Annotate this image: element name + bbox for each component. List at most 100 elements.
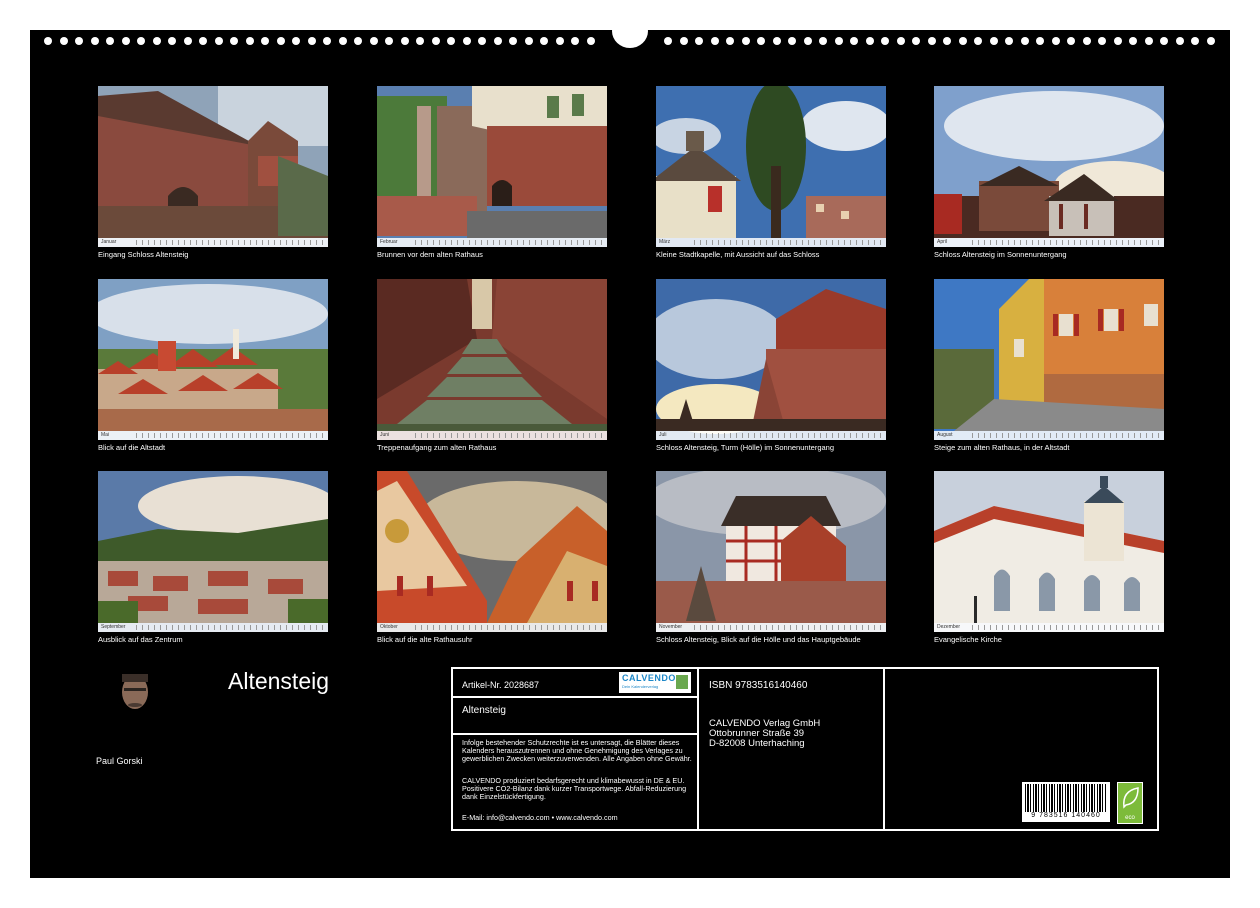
photo-town-hall-clock (377, 471, 607, 632)
photo-steige (934, 279, 1164, 440)
binding-hole (850, 37, 858, 45)
photo-caption: Ausblick auf das Zentrum (98, 635, 183, 644)
photo-town-center (98, 471, 328, 632)
day-strip: Mai (98, 431, 328, 440)
binding-hole (927, 37, 936, 45)
calendar-back-page: Januar Eingang Schloss Altensteig Februa… (30, 14, 1230, 878)
photo-chapel (656, 86, 886, 247)
isbn-barcode: 9 783516 140460 (1022, 782, 1110, 822)
binding-hole (912, 37, 920, 45)
binding-hole (385, 37, 393, 45)
binding-hole (493, 37, 502, 45)
binding-hole (943, 37, 951, 45)
binding-hole (974, 37, 982, 45)
binding-hole (478, 37, 486, 45)
strip-month-label: Mai (101, 432, 110, 438)
strip-month-label: Januar (101, 239, 117, 245)
photo-old-town (98, 279, 328, 440)
binding-hole (59, 37, 68, 45)
binding-hole (462, 37, 471, 45)
photo-caption: Blick auf die Altstadt (98, 443, 166, 452)
logo-name: CALVENDO (622, 673, 676, 683)
binding-hole (447, 37, 455, 45)
binding-hole (137, 37, 145, 45)
strip-month-label: Juli (659, 432, 667, 438)
barcode-number: 9 783516 140460 (1031, 812, 1101, 819)
day-strip: April (934, 238, 1164, 247)
binding-hole (354, 37, 362, 45)
binding-hole (834, 37, 843, 45)
logo-tagline: Dein Kalenderverlag (622, 684, 659, 689)
binding-hole (1144, 37, 1153, 45)
binding-hole (199, 37, 207, 45)
binding-hole (1067, 37, 1075, 45)
binding-hole (338, 37, 347, 45)
day-strip: März (656, 238, 886, 247)
binding-hole (509, 37, 517, 45)
photo-caption: Blick auf die alte Rathausuhr (377, 635, 473, 644)
photo-caption: Evangelische Kirche (934, 635, 1002, 644)
day-strip: Juni (377, 431, 607, 440)
photo-tower-sunset (656, 279, 886, 440)
binding-hole (664, 37, 672, 45)
binding-hole (90, 37, 99, 45)
binding-hole (757, 37, 765, 45)
binding-hole (1113, 37, 1122, 45)
strip-month-label: März (659, 239, 671, 245)
contact-line: E-Mail: info@calvendo.com • www.calvendo… (462, 813, 618, 822)
photo-caption: Treppenaufgang zum alten Rathaus (377, 443, 497, 452)
binding-hole (292, 37, 300, 45)
photo-stairs (377, 279, 607, 440)
day-strip: Februar (377, 238, 607, 247)
binding-hole (307, 37, 316, 45)
day-strip: November (656, 623, 886, 632)
day-strip: Januar (98, 238, 328, 247)
binding-hole (726, 37, 734, 45)
binding-hole (276, 37, 285, 45)
binding-hole (586, 37, 595, 45)
binding-hole (400, 37, 409, 45)
binding-hole (75, 37, 83, 45)
binding-hole (168, 37, 176, 45)
photo-castle-main-building (656, 471, 886, 632)
photo-caption: Schloss Altensteig im Sonnenuntergang (934, 250, 1067, 259)
binding-hole (323, 37, 331, 45)
binding-hole (1175, 37, 1184, 45)
binding-hole (230, 37, 238, 45)
photo-caption: Schloss Altensteig, Blick auf die Hölle … (656, 635, 861, 644)
strip-month-label: Oktober (380, 624, 398, 630)
photo-castle-sunset (934, 86, 1164, 247)
strip-month-label: Dezember (937, 624, 961, 630)
binding-hole (1191, 37, 1199, 45)
calvendo-mark-icon (676, 675, 688, 689)
binding-hole (695, 37, 703, 45)
strip-month-label: November (659, 624, 683, 630)
product-title: Altensteig (462, 705, 506, 716)
binding-hole (555, 37, 564, 45)
day-strip: September (98, 623, 328, 632)
photo-protestant-church (934, 471, 1164, 632)
photo-caption: Schloss Altensteig, Turm (Hölle) im Sonn… (656, 443, 835, 452)
photo-fountain (377, 86, 607, 247)
binding-hole (571, 37, 579, 45)
photo-castle-entrance (98, 86, 328, 247)
hanger-cutout (612, 14, 648, 48)
photo-caption: Brunnen vor dem alten Rathaus (377, 250, 483, 259)
binding-hole (1160, 37, 1168, 45)
binding-hole (245, 37, 254, 45)
binding-hole (1036, 37, 1044, 45)
photo-caption: Steige zum alten Rathaus, in der Altstad… (934, 443, 1070, 452)
binding-hole (1051, 37, 1060, 45)
binding-hole (958, 37, 967, 45)
binding-hole (788, 37, 796, 45)
strip-month-label: Juni (380, 432, 390, 438)
author-name: Paul Gorski (96, 756, 143, 766)
binding-hole (989, 37, 998, 45)
legal-notice: Infolge bestehender Schutzrechte ist es … (462, 738, 692, 763)
binding-hole (865, 37, 874, 45)
strip-month-label: August (937, 432, 953, 438)
binding-hole (1206, 37, 1215, 45)
eco-label: eco (1125, 815, 1135, 821)
day-strip: Dezember (934, 623, 1164, 632)
binding-hole (44, 37, 52, 45)
